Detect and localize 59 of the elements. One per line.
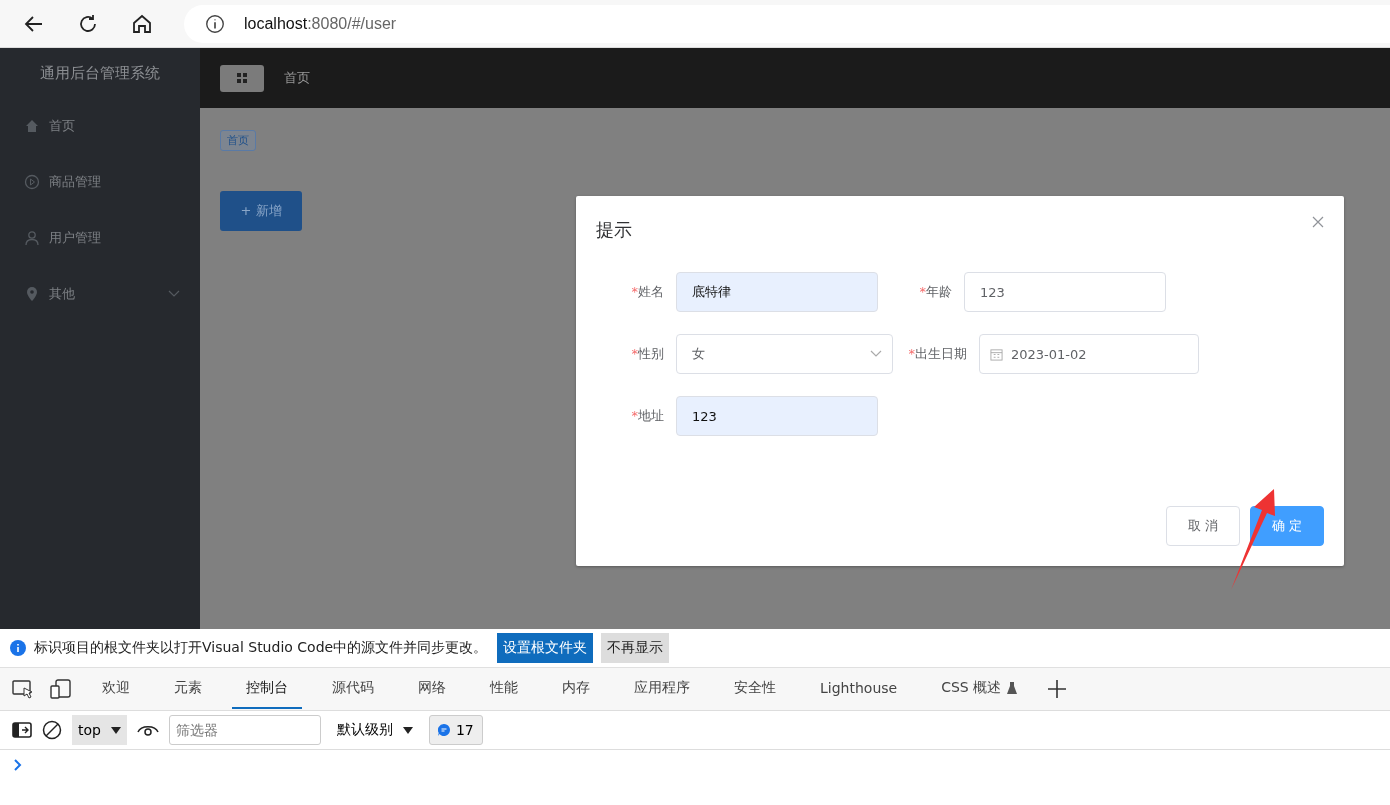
plus-icon[interactable] bbox=[1047, 679, 1068, 699]
message-icon bbox=[437, 724, 450, 736]
set-root-folder-button[interactable]: 设置根文件夹 bbox=[497, 633, 594, 663]
dropdown-triangle-icon bbox=[110, 726, 121, 734]
location-pin-icon bbox=[24, 286, 40, 302]
breadcrumb[interactable]: 首页 bbox=[284, 69, 310, 87]
devtools-tab[interactable]: 元素 bbox=[160, 669, 216, 709]
device-icon[interactable] bbox=[50, 679, 72, 699]
devtools-tab[interactable]: 欢迎 bbox=[88, 669, 144, 709]
sidebar-item[interactable]: 用户管理 bbox=[0, 210, 200, 266]
info-message: 标识项目的根文件夹以打开Visual Studio Code中的源文件并同步更改。 bbox=[34, 639, 488, 657]
home-icon bbox=[24, 118, 40, 134]
context-dropdown[interactable]: top bbox=[72, 715, 127, 745]
flask-icon bbox=[1007, 682, 1018, 694]
close-icon[interactable] bbox=[1312, 216, 1324, 228]
devtools-tab[interactable]: 网络 bbox=[404, 669, 460, 709]
sidebar-item[interactable]: 其他 bbox=[0, 266, 200, 322]
input-field[interactable]: 123 bbox=[676, 396, 878, 436]
prompt-chevron-icon[interactable] bbox=[14, 759, 22, 771]
field-label: *性别 bbox=[630, 345, 665, 363]
calendar-icon bbox=[990, 347, 1003, 361]
input-field[interactable]: 2023-01-02 bbox=[979, 334, 1199, 374]
devtools-tab[interactable]: 源代码 bbox=[318, 669, 388, 709]
app-title: 通用后台管理系统 bbox=[39, 62, 161, 84]
field-label: *出生日期 bbox=[907, 345, 968, 363]
devtools-tab[interactable]: 内存 bbox=[548, 669, 604, 709]
info-icon[interactable] bbox=[204, 12, 226, 35]
issues-button[interactable]: 17 bbox=[428, 715, 483, 745]
user-icon bbox=[24, 230, 40, 246]
sidebar-item[interactable]: 商品管理 bbox=[0, 154, 200, 210]
devtools-tab[interactable]: 安全性 bbox=[720, 669, 790, 709]
play-icon bbox=[24, 174, 40, 190]
devtools-tab[interactable]: 控制台 bbox=[232, 669, 302, 709]
clear-icon[interactable] bbox=[42, 720, 62, 740]
filter-field[interactable]: 筛选器 bbox=[168, 715, 321, 745]
devtools-tab[interactable]: Lighthouse bbox=[806, 669, 912, 709]
dropdown-triangle-icon bbox=[402, 726, 413, 734]
dismiss-button[interactable]: 不再显示 bbox=[601, 633, 670, 663]
devtools-tab[interactable]: 应用程序 bbox=[620, 669, 704, 709]
menu-button[interactable] bbox=[220, 64, 264, 92]
inspect-icon[interactable] bbox=[12, 679, 34, 699]
sidebar-toggle-icon[interactable] bbox=[12, 722, 32, 738]
devtools-tab[interactable]: CSS 概述 bbox=[927, 669, 1032, 709]
sidebar-item[interactable]: 首页 bbox=[0, 98, 200, 154]
input-field[interactable]: 女 bbox=[676, 334, 893, 374]
devtools-tab[interactable]: 性能 bbox=[476, 669, 532, 709]
input-field[interactable]: 底特律 bbox=[676, 272, 878, 312]
chevron-down-icon bbox=[870, 350, 882, 358]
address-bar[interactable]: localhost:8080/#/user bbox=[184, 4, 1390, 43]
level-dropdown[interactable]: 默认级别 bbox=[330, 721, 419, 739]
info-icon bbox=[10, 640, 26, 656]
grid-icon bbox=[237, 73, 247, 83]
field-label: *姓名 bbox=[630, 283, 665, 301]
field-label: *地址 bbox=[630, 407, 665, 425]
field-label: *年龄 bbox=[918, 283, 953, 301]
dialog-title: 提示 bbox=[596, 218, 632, 242]
input-field[interactable]: 123 bbox=[964, 272, 1166, 312]
eye-icon[interactable] bbox=[136, 723, 159, 737]
cancel-button[interactable]: 取 消 bbox=[1166, 506, 1240, 546]
